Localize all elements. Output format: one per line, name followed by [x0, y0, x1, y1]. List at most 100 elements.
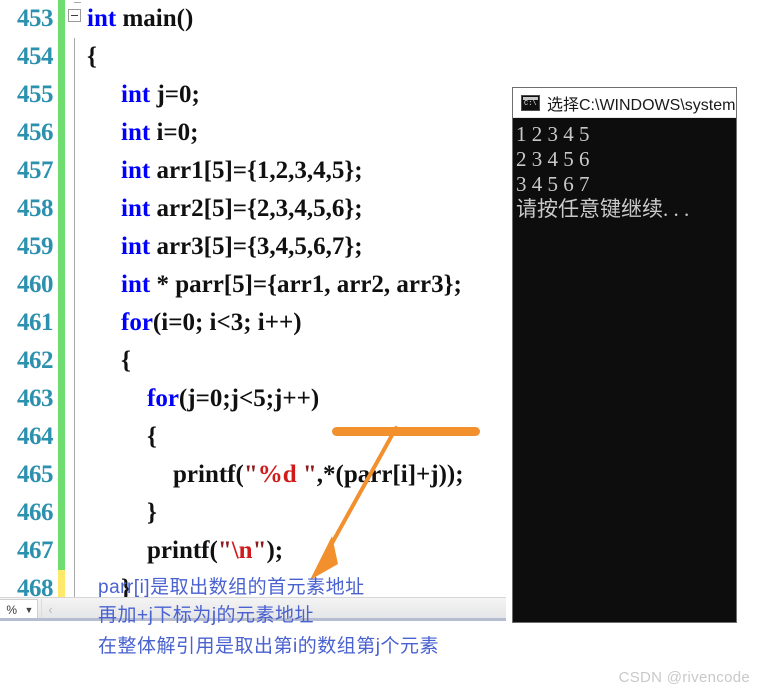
- code-folding-column[interactable]: [65, 38, 85, 76]
- console-output-line: 请按任意键继续. . .: [516, 197, 690, 221]
- code-folding-column[interactable]: [65, 114, 85, 152]
- line-number: 462: [17, 347, 54, 374]
- code-folding-column[interactable]: [65, 152, 85, 190]
- screenshot-root: 453 int main() 454{455 int j=0; 456 int i=0; 4…: [0, 0, 764, 696]
- fold-guide-line: [74, 76, 75, 114]
- code-editor-window[interactable]: 453 int main() 454{455 int j=0; 456 int i=0; 4…: [0, 0, 506, 621]
- fold-guide-line: [74, 532, 75, 570]
- code-line[interactable]: 454 {: [0, 38, 506, 76]
- code-folding-column[interactable]: [65, 304, 85, 342]
- csdn-watermark: CSDN @rivencode: [618, 669, 750, 686]
- line-number: 457: [17, 157, 54, 184]
- code-line-text: for(i=0; i<3; i++): [121, 309, 302, 336]
- code-line[interactable]: 456 int i=0;: [0, 114, 506, 152]
- line-number: 467: [17, 537, 54, 564]
- fold-guide-line: [74, 114, 75, 152]
- change-indicator-bar: [58, 266, 65, 304]
- code-line[interactable]: 466}: [0, 494, 506, 532]
- line-number: 465: [17, 461, 54, 488]
- line-number: 459: [17, 233, 54, 260]
- line-number: 454: [17, 43, 54, 70]
- annotation-note-3: 在整体解引用是取出第i的数组第j个元素: [98, 636, 439, 657]
- code-folding-column[interactable]: [65, 532, 85, 570]
- code-line-text: printf("\n");: [147, 537, 284, 564]
- code-folding-column[interactable]: [65, 190, 85, 228]
- change-indicator-bar: [58, 190, 65, 228]
- code-folding-column[interactable]: [65, 342, 85, 380]
- code-folding-column[interactable]: [65, 456, 85, 494]
- code-folding-column[interactable]: [65, 494, 85, 532]
- code-folding-column[interactable]: [65, 0, 85, 38]
- change-indicator-bar: [58, 304, 65, 342]
- code-line-text: int * parr[5]={arr1, arr2, arr3};: [121, 271, 462, 298]
- code-line-text: int i=0;: [121, 119, 199, 146]
- code-line[interactable]: 457 int arr1[5]={1,2,3,4,5};: [0, 152, 506, 190]
- console-output-line: 2 3 4 5 6: [516, 147, 590, 171]
- line-number: 458: [17, 195, 54, 222]
- code-line[interactable]: 465 printf("%d ",*(parr[i]+j));: [0, 456, 506, 494]
- line-number: 455: [17, 81, 54, 108]
- change-indicator-bar: [58, 456, 65, 494]
- code-line[interactable]: 453 int main(): [0, 0, 506, 38]
- line-number: 461: [17, 309, 54, 336]
- code-line[interactable]: 460 int * parr[5]={arr1, arr2, arr3};: [0, 266, 506, 304]
- code-line[interactable]: 462 {: [0, 342, 506, 380]
- fold-guide-line: [74, 152, 75, 190]
- collapse-region-icon[interactable]: [68, 9, 81, 22]
- code-line[interactable]: 459 int arr3[5]={3,4,5,6,7};: [0, 228, 506, 266]
- fold-guide-line: [74, 494, 75, 532]
- code-line[interactable]: 464 {: [0, 418, 506, 456]
- annotation-note-2: 再加+j下标为j的元素地址: [98, 605, 315, 626]
- code-line-text: int arr2[5]={2,3,4,5,6};: [121, 195, 363, 222]
- fold-guide-line: [74, 342, 75, 380]
- fold-guide-line: [74, 304, 75, 342]
- line-number: 456: [17, 119, 54, 146]
- console-output: 1 2 3 4 52 3 4 5 63 4 5 6 7 请按任意键继续. . .: [513, 118, 736, 222]
- code-folding-column[interactable]: [65, 76, 85, 114]
- change-indicator-bar: [58, 114, 65, 152]
- code-line[interactable]: 463 for(j=0;j<5;j++): [0, 380, 506, 418]
- code-line-text: int main(): [87, 5, 194, 32]
- code-line-text: {: [87, 43, 97, 70]
- fold-guide-line: [74, 418, 75, 456]
- console-window-icon: [521, 94, 540, 111]
- fold-guide-line: [74, 190, 75, 228]
- code-folding-column[interactable]: [65, 570, 85, 597]
- change-indicator-bar: [58, 0, 65, 38]
- change-indicator-bar: [58, 76, 65, 114]
- orange-underline-annotation: [332, 427, 480, 436]
- fold-guide-line: [74, 456, 75, 494]
- fold-guide-line: [74, 570, 75, 597]
- code-folding-column[interactable]: [65, 418, 85, 456]
- chevron-down-icon[interactable]: ▼: [21, 605, 37, 615]
- console-window[interactable]: 选择C:\WINDOWS\system 1 2 3 4 52 3 4 5 63 …: [513, 88, 736, 622]
- code-line-text: int arr3[5]={3,4,5,6,7};: [121, 233, 363, 260]
- line-number: 464: [17, 423, 54, 450]
- change-indicator-bar: [58, 38, 65, 76]
- code-line[interactable]: 467 printf("\n");: [0, 532, 506, 570]
- line-number: 453: [17, 5, 54, 32]
- code-folding-column[interactable]: [65, 380, 85, 418]
- console-titlebar[interactable]: 选择C:\WINDOWS\system: [513, 88, 736, 118]
- code-line-text: }: [147, 499, 157, 526]
- code-line-text: int arr1[5]={1,2,3,4,5};: [121, 157, 363, 184]
- line-number: 463: [17, 385, 54, 412]
- code-folding-column[interactable]: [65, 266, 85, 304]
- change-indicator-bar: [58, 342, 65, 380]
- code-line-text: int j=0;: [121, 81, 200, 108]
- code-text-area[interactable]: 453 int main() 454{455 int j=0; 456 int i=0; 4…: [0, 0, 506, 597]
- change-indicator-bar: [58, 152, 65, 190]
- fold-guide-line: [74, 228, 75, 266]
- fold-guide-line: [74, 266, 75, 304]
- fold-guide-tick: [74, 2, 81, 3]
- fold-guide-line: [74, 380, 75, 418]
- code-folding-column[interactable]: [65, 228, 85, 266]
- change-indicator-bar: [58, 380, 65, 418]
- console-output-line: 3 4 5 6 7: [516, 172, 590, 196]
- code-line[interactable]: 461 for(i=0; i<3; i++): [0, 304, 506, 342]
- annotation-note-1: parr[i]是取出数组的首元素地址: [98, 577, 365, 598]
- fold-guide-line: [74, 38, 75, 76]
- code-line[interactable]: 458 int arr2[5]={2,3,4,5,6};: [0, 190, 506, 228]
- change-indicator-bar: [58, 418, 65, 456]
- code-line[interactable]: 455 int j=0;: [0, 76, 506, 114]
